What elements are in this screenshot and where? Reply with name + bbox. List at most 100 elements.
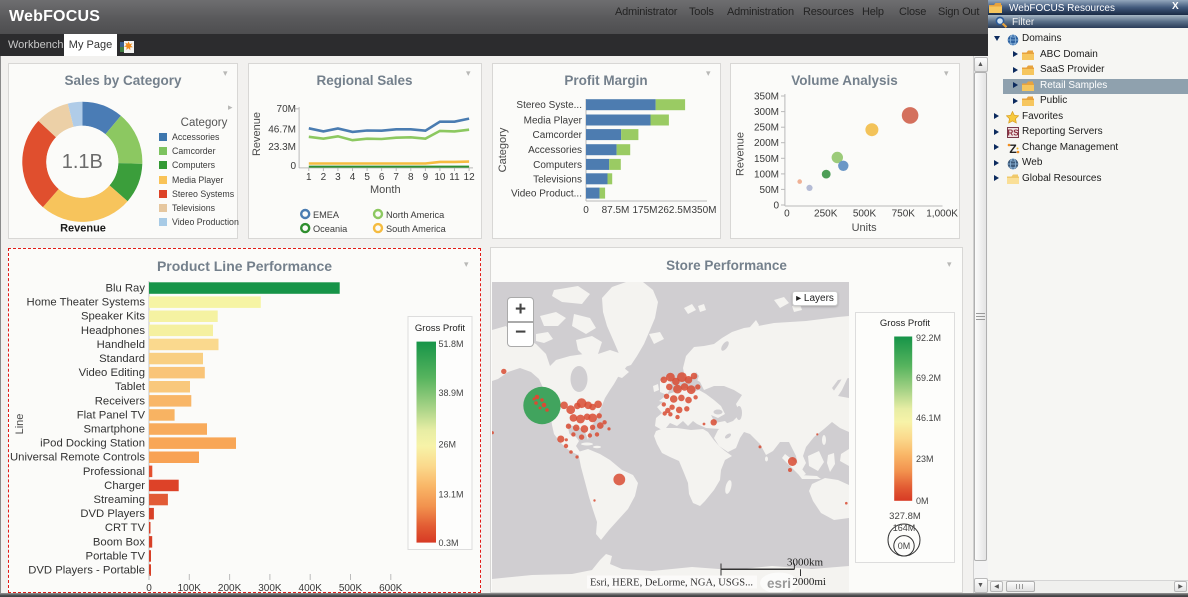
svg-text:Standard: Standard	[99, 353, 145, 365]
svg-text:300M: 300M	[753, 107, 778, 118]
svg-text:13.1M: 13.1M	[439, 490, 464, 500]
svg-text:750K: 750K	[891, 209, 915, 220]
svg-text:50M: 50M	[759, 185, 778, 196]
svg-text:10: 10	[434, 172, 446, 183]
svg-text:Home Theater Systems: Home Theater Systems	[27, 297, 146, 309]
svg-text:CRT TV: CRT TV	[105, 522, 146, 534]
svg-text:4: 4	[349, 172, 355, 183]
svg-text:200M: 200M	[753, 138, 778, 149]
svg-text:350M: 350M	[691, 205, 716, 216]
svg-text:2000mi: 2000mi	[792, 576, 826, 588]
svg-text:Streaming: Streaming	[94, 494, 146, 506]
svg-text:Video Product...: Video Product...	[511, 189, 582, 200]
svg-text:500K: 500K	[852, 209, 876, 220]
svg-text:Revenue: Revenue	[60, 223, 106, 235]
svg-text:iPod Docking Station: iPod Docking Station	[40, 438, 145, 450]
svg-text:100M: 100M	[753, 169, 778, 180]
svg-text:92.2M: 92.2M	[916, 333, 941, 343]
svg-text:Oceania: Oceania	[313, 224, 348, 234]
svg-text:Televisions: Televisions	[533, 174, 582, 185]
svg-text:26M: 26M	[439, 440, 457, 450]
svg-text:0: 0	[773, 201, 779, 212]
svg-text:8: 8	[408, 172, 414, 183]
svg-text:87.5M: 87.5M	[601, 205, 629, 216]
svg-text:Z: Z	[1009, 142, 1016, 155]
svg-text:7: 7	[393, 172, 399, 183]
svg-text:DVD Players - Portable: DVD Players - Portable	[28, 565, 145, 577]
svg-text:0: 0	[583, 205, 589, 216]
svg-text:Blu Ray: Blu Ray	[105, 283, 145, 295]
svg-text:150M: 150M	[753, 154, 778, 165]
svg-text:DVD Players: DVD Players	[80, 508, 145, 520]
svg-text:6: 6	[378, 172, 384, 183]
svg-text:175M: 175M	[632, 205, 657, 216]
svg-text:Video Editing: Video Editing	[79, 367, 145, 379]
svg-text:600K: 600K	[379, 583, 403, 593]
svg-text:0M: 0M	[916, 496, 929, 506]
svg-text:262.5M: 262.5M	[657, 205, 690, 216]
svg-text:350M: 350M	[753, 92, 778, 103]
svg-text:South America: South America	[386, 224, 447, 234]
svg-text:0: 0	[784, 209, 790, 220]
svg-text:Category: Category	[181, 117, 228, 129]
svg-text:69.2M: 69.2M	[916, 373, 941, 383]
svg-text:0M: 0M	[897, 541, 910, 551]
svg-text:12: 12	[463, 172, 475, 183]
svg-text:Stereo Syste...: Stereo Syste...	[516, 100, 582, 111]
svg-text:164M: 164M	[892, 523, 915, 533]
svg-text:Tablet: Tablet	[115, 381, 146, 393]
svg-text:EMEA: EMEA	[313, 210, 340, 220]
svg-text:Camcorder: Camcorder	[532, 130, 582, 141]
svg-text:2: 2	[320, 172, 326, 183]
svg-text:RS: RS	[1007, 129, 1019, 138]
svg-text:0.3M: 0.3M	[439, 538, 459, 548]
svg-text:400K: 400K	[299, 583, 323, 593]
svg-text:250K: 250K	[814, 209, 838, 220]
svg-text:Computers: Computers	[533, 160, 582, 171]
svg-text:23M: 23M	[916, 454, 934, 464]
svg-text:3000km: 3000km	[787, 557, 824, 569]
svg-text:46.1M: 46.1M	[916, 413, 941, 423]
svg-text:Handheld: Handheld	[97, 339, 145, 351]
svg-text:Speaker Kits: Speaker Kits	[81, 311, 145, 323]
svg-text:Units: Units	[851, 222, 877, 234]
svg-text:46.7M: 46.7M	[268, 125, 296, 136]
svg-text:Media Player: Media Player	[523, 116, 582, 127]
svg-text:Gross Profit: Gross Profit	[880, 318, 931, 329]
svg-text:esri: esri	[767, 576, 791, 591]
svg-text:250M: 250M	[753, 123, 778, 134]
svg-text:23.3M: 23.3M	[268, 142, 296, 153]
svg-text:North America: North America	[386, 210, 445, 220]
svg-text:Charger: Charger	[104, 480, 145, 492]
svg-text:Category: Category	[497, 127, 509, 172]
svg-text:Portable TV: Portable TV	[86, 550, 146, 562]
svg-text:Accessories: Accessories	[528, 145, 582, 156]
svg-text:1: 1	[306, 172, 312, 183]
svg-text:1,000K: 1,000K	[926, 209, 958, 220]
svg-text:5: 5	[364, 172, 370, 183]
svg-text:1.1B: 1.1B	[62, 151, 103, 173]
svg-text:Receivers: Receivers	[95, 395, 146, 407]
svg-text:9: 9	[422, 172, 428, 183]
svg-text:Flat Panel TV: Flat Panel TV	[77, 409, 146, 421]
svg-text:Revenue: Revenue	[734, 132, 746, 176]
svg-text:Headphones: Headphones	[81, 325, 145, 337]
svg-text:Esri, HERE, DeLorme, NGA, USGS: Esri, HERE, DeLorme, NGA, USGS...	[590, 578, 753, 589]
svg-text:Smartphone: Smartphone	[83, 424, 145, 436]
svg-text:Universal Remote Controls: Universal Remote Controls	[10, 452, 145, 464]
svg-text:327.8M: 327.8M	[889, 511, 921, 522]
svg-text:0: 0	[146, 583, 152, 593]
svg-text:300K: 300K	[258, 583, 282, 593]
svg-text:Line: Line	[14, 414, 26, 435]
svg-text:3: 3	[335, 172, 341, 183]
svg-text:100K: 100K	[178, 583, 202, 593]
svg-text:Month: Month	[370, 184, 401, 196]
svg-text:Revenue: Revenue	[251, 112, 263, 156]
svg-text:Boom Box: Boom Box	[93, 536, 145, 548]
svg-text:200K: 200K	[218, 583, 242, 593]
svg-text:38.9M: 38.9M	[439, 388, 464, 398]
svg-text:11: 11	[449, 172, 460, 183]
svg-text:500K: 500K	[339, 583, 363, 593]
svg-text:0: 0	[290, 161, 296, 172]
svg-text:70M: 70M	[276, 104, 295, 115]
